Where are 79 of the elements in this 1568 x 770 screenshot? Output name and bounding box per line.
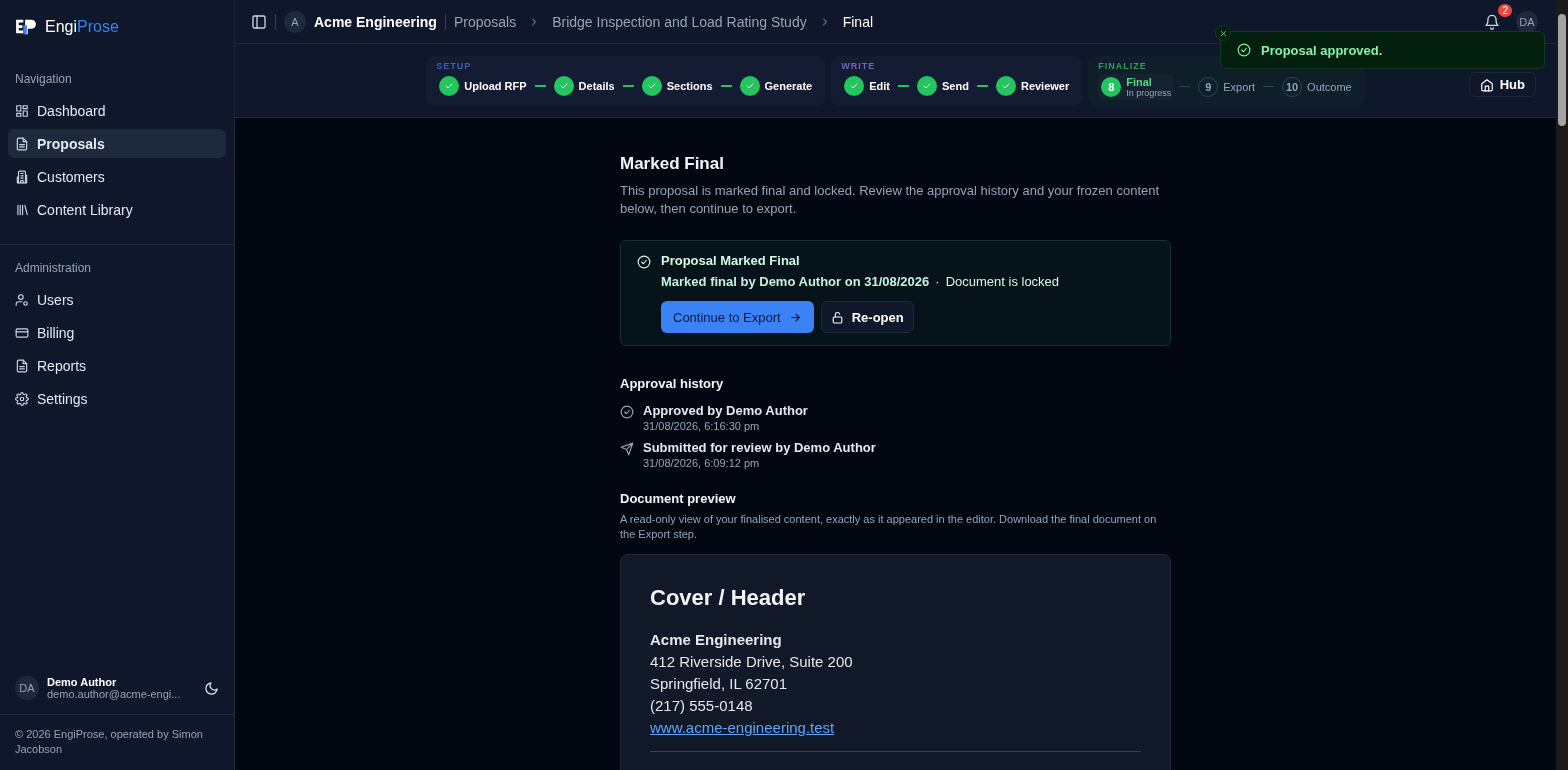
group-label: WRITE	[841, 60, 877, 71]
section-heading: Approval history	[620, 376, 725, 391]
user-avatar[interactable]: DA	[1516, 10, 1538, 33]
copyright-text: © 2026 EngiProse, operated by Simon Jacobson	[14, 727, 204, 757]
user-avatar: DA	[15, 676, 39, 700]
step-item[interactable]: Edit	[841, 73, 894, 98]
notification-badge: 2	[1498, 3, 1512, 17]
sidebar-item[interactable]: Users	[8, 285, 226, 314]
hub-button[interactable]: Hub	[1468, 72, 1536, 97]
breadcrumb-current: Final	[842, 13, 874, 30]
close-icon	[1218, 28, 1228, 38]
continue-button[interactable]: Continue to Export	[661, 301, 814, 333]
step-item[interactable]: 10 Outcome	[1279, 74, 1355, 99]
description-text: A read-only view of your finalised content, exactly as it appeared in the editor. Download the final document on the Export step.	[620, 512, 1158, 542]
step-item[interactable]: Sections	[638, 73, 716, 98]
user-name: Demo Author	[47, 676, 118, 688]
sidebar-item[interactable]: Dashboard	[8, 96, 226, 125]
check-circle-icon	[620, 405, 634, 419]
toast-message: Proposal approved.	[1261, 42, 1383, 58]
separator-dot: ·	[935, 274, 940, 289]
grid-icon	[15, 103, 29, 118]
check-circle-icon	[1237, 43, 1251, 57]
timestamp: 31/08/2026, 6:09:12 pm	[643, 457, 761, 469]
organization-name[interactable]: Acme Engineering	[314, 13, 437, 30]
home-icon	[1479, 77, 1494, 92]
section-heading: Document preview	[620, 491, 737, 506]
lock-status: Document is locked	[945, 274, 1060, 289]
group-label: SETUP	[436, 60, 473, 71]
section-heading: Navigation	[14, 72, 73, 88]
settings-icon	[15, 391, 29, 406]
address-line: 412 Riverside Drive, Suite 200	[650, 652, 854, 672]
group-label: FINALIZE	[1098, 60, 1148, 71]
breadcrumb-link[interactable]: Bridge Inspection and Load Rating Study	[552, 13, 807, 30]
reopen-button[interactable]: Re-open	[820, 301, 914, 333]
moon-icon[interactable]	[204, 680, 219, 696]
history-entry: Approved by Demo Author	[643, 403, 808, 418]
user-email: demo.author@acme-engi...	[47, 688, 182, 700]
check-circle-icon	[637, 255, 651, 269]
sidebar-item[interactable]: Settings	[8, 384, 226, 413]
page-title: Marked Final	[620, 154, 725, 174]
company-name: Acme Engineering	[650, 630, 783, 650]
building-icon	[15, 169, 29, 184]
sidebar-item[interactable]: Reports	[8, 351, 226, 380]
sidebar-item[interactable]: Proposals	[8, 129, 226, 158]
bell-icon[interactable]	[1484, 13, 1500, 30]
card-title: Proposal Marked Final	[661, 253, 801, 268]
sidebar-toggle-icon[interactable]	[251, 13, 267, 30]
sidebar-item[interactable]: Customers	[8, 162, 226, 191]
step-item[interactable]: 8 Final In progress	[1098, 73, 1175, 100]
step-item[interactable]: 9 Export	[1195, 74, 1259, 99]
step-item[interactable]: Details	[550, 73, 618, 98]
step-item[interactable]: Upload RFP	[436, 73, 530, 98]
unlocked-padlock-icon	[830, 310, 844, 324]
step-item[interactable]: Generate	[736, 73, 816, 98]
credit-card-icon	[15, 325, 29, 340]
org-avatar: A	[284, 10, 306, 33]
breadcrumb-link[interactable]: Proposals	[453, 13, 517, 30]
document-heading: Cover / Header	[650, 585, 807, 611]
address-line: (217) 555-0148	[650, 696, 754, 716]
step-item[interactable]: Send	[914, 73, 972, 98]
history-entry: Submitted for review by Demo Author	[643, 440, 876, 455]
step-item[interactable]: Reviewer	[992, 73, 1073, 98]
final-by-text: Marked final by Demo Author on 31/08/2026	[661, 274, 930, 289]
section-heading: Administration	[14, 261, 93, 277]
intro-text: This proposal is marked final and locked. Review the approval history and your frozen content below, then continue to export.	[620, 182, 1161, 218]
scrollbar[interactable]	[1556, 0, 1568, 770]
document-icon	[15, 136, 29, 151]
scroll-thumb[interactable]	[1558, 14, 1566, 126]
send-icon	[620, 442, 634, 456]
website-link[interactable]: www.acme-engineering.test	[650, 717, 835, 739]
logo-icon	[15, 18, 37, 36]
document-icon	[15, 358, 29, 373]
address-line: Springfield, IL 62701	[650, 674, 789, 694]
sidebar-item[interactable]: Billing	[8, 318, 226, 347]
library-icon	[15, 202, 29, 217]
brand-name: EngiProse	[45, 18, 119, 36]
user-gear-icon	[15, 292, 29, 307]
timestamp: 31/08/2026, 6:16:30 pm	[643, 420, 761, 432]
sidebar-item[interactable]: Content Library	[8, 195, 226, 224]
